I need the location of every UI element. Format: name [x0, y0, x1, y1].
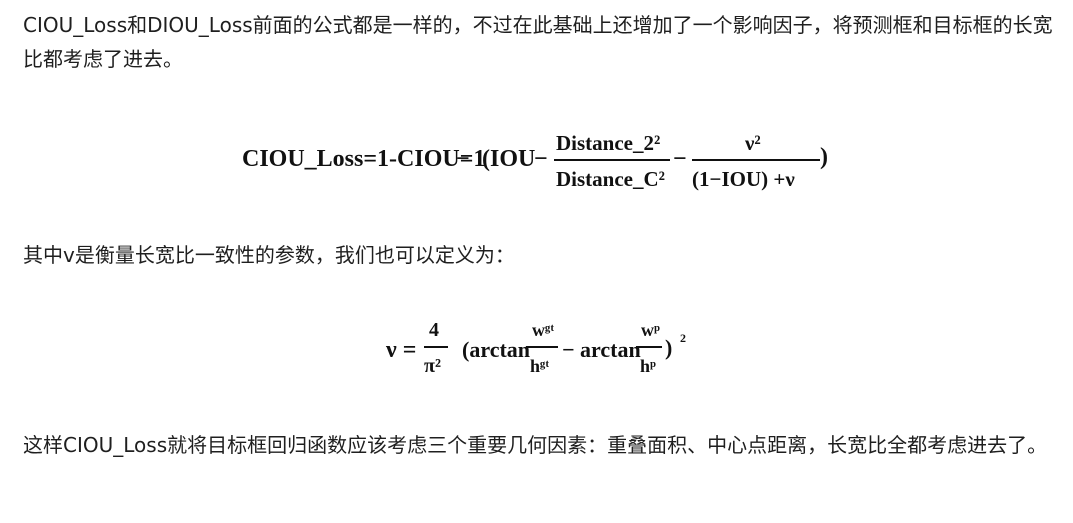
ciou-open-iou: (IOU: [482, 146, 535, 172]
ciou-frac2-denominator: (1−IOU) +ν: [692, 167, 795, 191]
ciou-lhs: CIOU_Loss=1-CIOU=1: [242, 146, 485, 172]
v-lhs: ν =: [385, 337, 416, 363]
v-arctan-2: arctan: [580, 337, 641, 362]
v-close-paren: ): [665, 335, 672, 360]
intro-paragraph: CIOU_Loss和DIOU_Loss前面的公式都是一样的，不过在此基础上还增加…: [23, 13, 1053, 71]
ciou-frac1-denominator: Distance_C²: [556, 167, 665, 191]
v-formula: ν = 4 π² (arctan wᵍᵗ hᵍᵗ − arctan wᵖ hᵖ …: [382, 310, 712, 390]
v-frac-denominator: π²: [424, 355, 441, 377]
ciou-frac1-numerator: Distance_2²: [556, 131, 660, 155]
w-gt: wᵍᵗ: [532, 320, 554, 340]
v-minus: −: [562, 337, 575, 362]
ciou-frac2-numerator: ν²: [744, 131, 761, 155]
v-frac-numerator: 4: [429, 319, 439, 341]
ciou-loss-formula: CIOU_Loss=1-CIOU=1 − (IOU − Distance_2² …: [240, 118, 840, 200]
h-p: hᵖ: [640, 356, 656, 376]
h-gt: hᵍᵗ: [530, 356, 549, 376]
v-arctan-1: (arctan: [462, 337, 530, 362]
ciou-minus-3: −: [673, 146, 687, 172]
conclusion-paragraph: 这样CIOU_Loss就将目标框回归函数应该考虑三个重要几何因素：重叠面积、中心…: [23, 433, 1048, 457]
v-definition-paragraph: 其中v是衡量长宽比一致性的参数，我们也可以定义为：: [23, 243, 515, 267]
ciou-close-paren: ): [820, 144, 828, 170]
ciou-minus-1: −: [456, 146, 470, 172]
ciou-minus-2: −: [534, 146, 548, 172]
v-power: 2: [680, 331, 686, 345]
w-p: wᵖ: [641, 320, 660, 340]
